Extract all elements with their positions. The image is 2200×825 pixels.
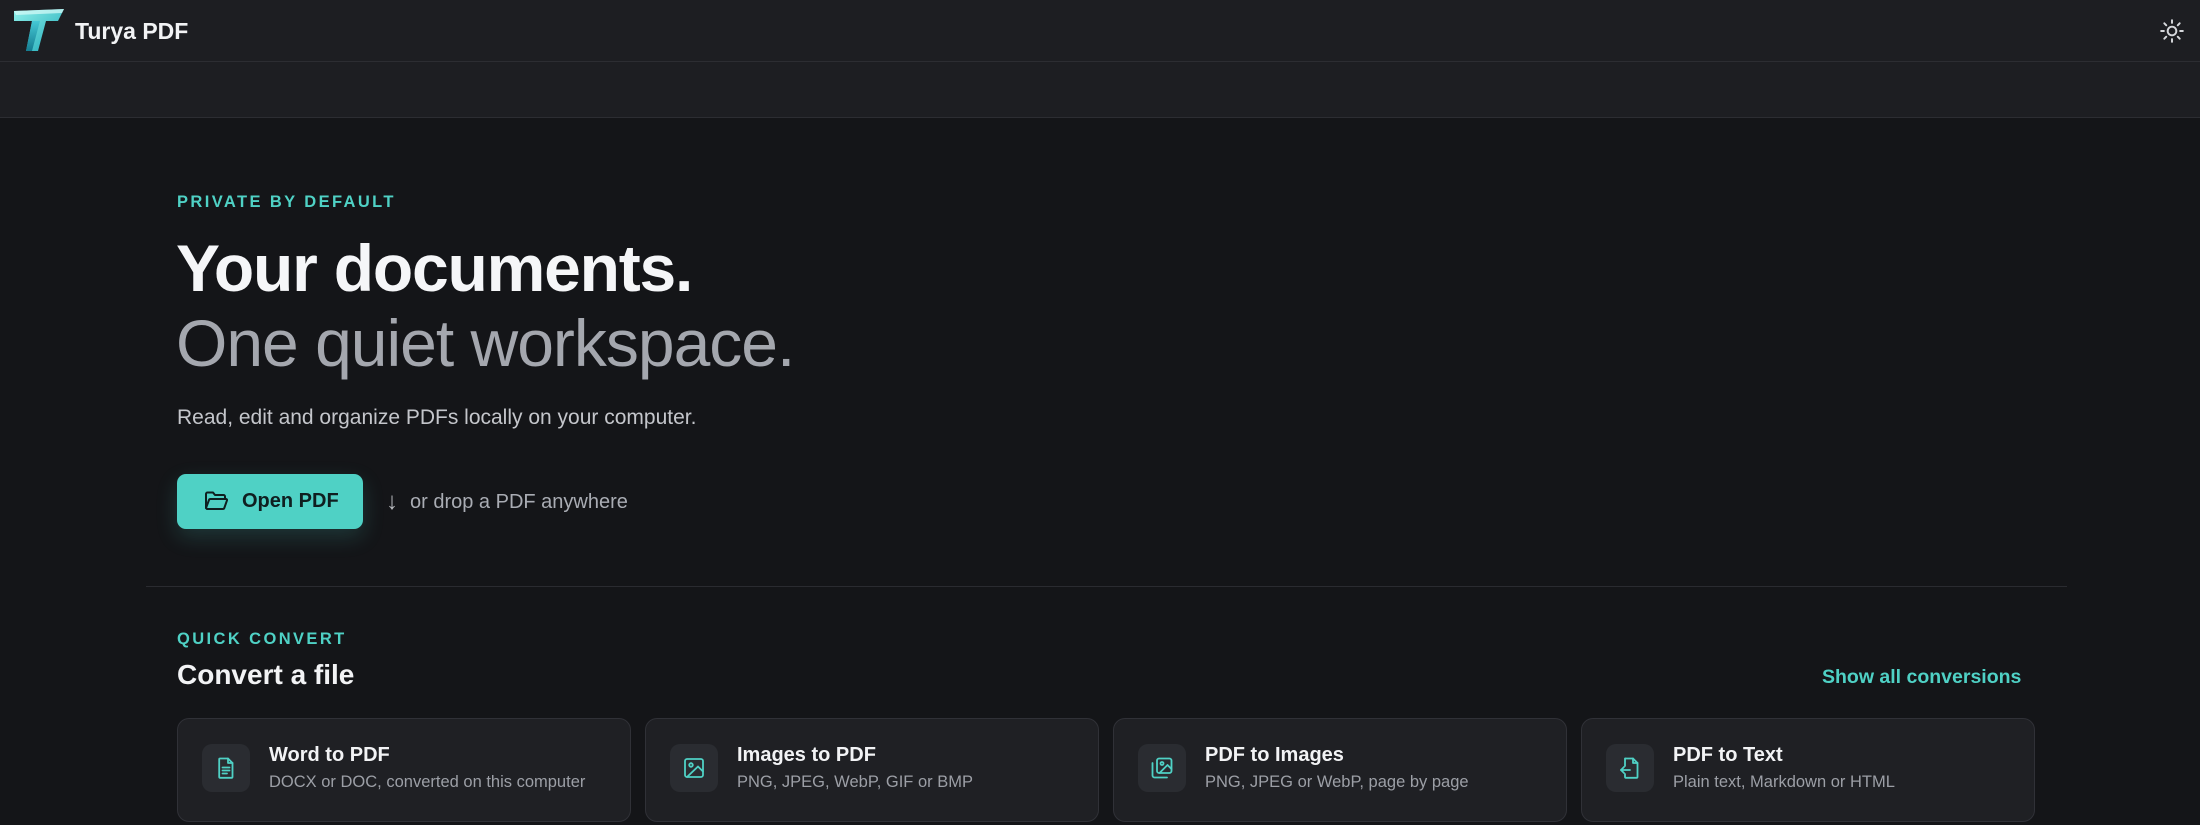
sun-icon	[2160, 19, 2184, 43]
theme-toggle-button[interactable]	[2157, 16, 2187, 46]
card-title: PDF to Text	[1673, 744, 1783, 766]
hero-headline-secondary: One quiet workspace.	[176, 306, 795, 380]
open-pdf-button[interactable]: Open PDF	[177, 474, 363, 529]
document-icon	[202, 744, 250, 792]
show-all-conversions-link[interactable]: Show all conversions	[1822, 666, 2021, 689]
hero-subtitle: Read, edit and organize PDFs locally on …	[177, 406, 697, 429]
hero-eyebrow: PRIVATE BY DEFAULT	[177, 193, 396, 211]
app-title: Turya PDF	[75, 18, 189, 44]
image-icon	[670, 744, 718, 792]
card-description: PNG, JPEG, WebP, GIF or BMP	[737, 773, 973, 791]
hero-headline-primary: Your documents.	[176, 231, 693, 305]
turya-logo-icon[interactable]	[10, 7, 66, 53]
card-title: Word to PDF	[269, 744, 390, 766]
convert-card-pdf-to-text[interactable]: PDF to Text Plain text, Markdown or HTML	[1581, 718, 2035, 822]
folder-open-icon	[205, 491, 228, 510]
convert-card-word-to-pdf[interactable]: Word to PDF DOCX or DOC, converted on th…	[177, 718, 631, 822]
sub-toolbar	[0, 62, 2200, 118]
drop-hint-text: or drop a PDF anywhere	[410, 490, 628, 513]
arrow-down-icon: ↓	[386, 488, 398, 515]
quick-convert-eyebrow: QUICK CONVERT	[177, 630, 347, 648]
convert-section-title: Convert a file	[177, 659, 355, 690]
open-pdf-label: Open PDF	[242, 490, 339, 512]
card-title: Images to PDF	[737, 744, 876, 766]
card-description: DOCX or DOC, converted on this computer	[269, 773, 586, 791]
convert-card-images-to-pdf[interactable]: Images to PDF PNG, JPEG, WebP, GIF or BM…	[645, 718, 1099, 822]
section-divider	[146, 586, 2067, 587]
card-title: PDF to Images	[1205, 744, 1344, 766]
card-description: Plain text, Markdown or HTML	[1673, 773, 1895, 791]
images-stack-icon	[1138, 744, 1186, 792]
top-bar: Turya PDF	[0, 0, 2200, 62]
convert-card-pdf-to-images[interactable]: PDF to Images PNG, JPEG or WebP, page by…	[1113, 718, 1567, 822]
card-description: PNG, JPEG or WebP, page by page	[1205, 773, 1469, 791]
file-export-icon	[1606, 744, 1654, 792]
drop-hint: ↓ or drop a PDF anywhere	[386, 488, 628, 516]
